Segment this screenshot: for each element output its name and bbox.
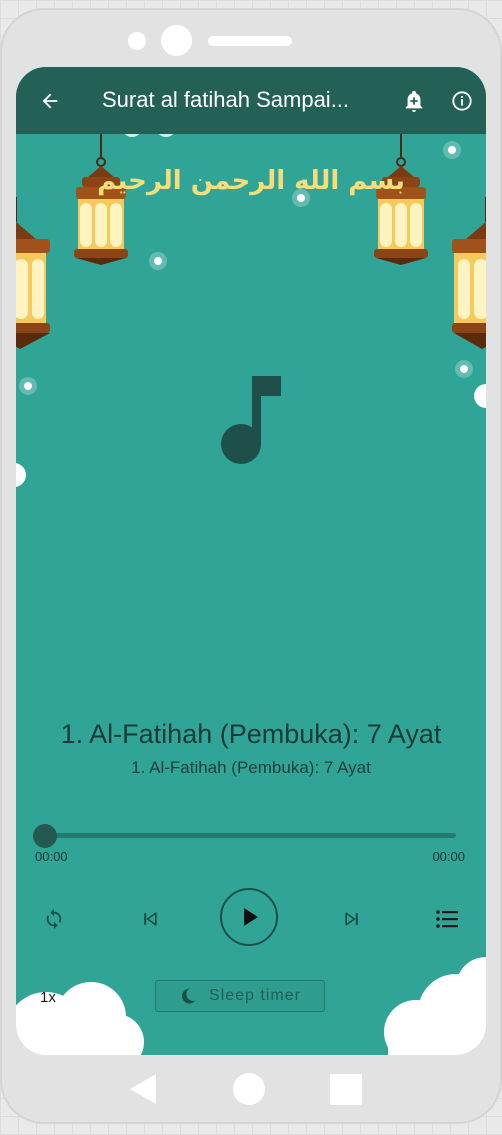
seek-bar[interactable]: [44, 833, 456, 838]
bismillah-calligraphy: بسم الله الرحمن الرحيم: [97, 166, 405, 196]
back-button[interactable]: [32, 83, 68, 119]
earpiece-speaker: [208, 36, 292, 46]
playback-speed-button[interactable]: 1x: [40, 989, 56, 1006]
previous-button[interactable]: [136, 905, 164, 933]
playlist-icon: [436, 910, 458, 928]
page-title: Surat al fatihah Sampai...: [102, 87, 350, 112]
arrow-left-icon: [42, 93, 58, 109]
front-camera: [128, 32, 146, 50]
elapsed-time: 00:00: [35, 849, 68, 864]
app-screen: بسم الله الرحمن الرحيم Surat al fatihah …: [16, 67, 486, 1055]
sleep-timer-label: Sleep timer: [209, 987, 301, 1004]
info-button[interactable]: [444, 83, 480, 119]
front-sensor: [161, 25, 192, 56]
lantern-decoration-right: [452, 197, 486, 349]
sleep-timer-button[interactable]: Sleep timer: [155, 980, 325, 1012]
seek-thumb[interactable]: [33, 824, 57, 848]
music-note-icon: [221, 376, 281, 464]
skip-previous-icon: [144, 912, 157, 926]
play-button[interactable]: [220, 888, 278, 946]
lantern-decoration: [74, 134, 128, 265]
repeat-icon: [46, 908, 62, 930]
notification-button[interactable]: [396, 83, 432, 119]
repeat-button[interactable]: [40, 905, 68, 933]
track-title: 1. Al-Fatihah (Pembuka): 7 Ayat: [60, 719, 442, 749]
app-bar: Surat al fatihah Sampai...: [16, 67, 486, 134]
nav-home-button[interactable]: [233, 1073, 265, 1105]
total-duration: 00:00: [432, 849, 465, 864]
track-subtitle: 1. Al-Fatihah (Pembuka): 7 Ayat: [131, 758, 371, 777]
queue-button[interactable]: [433, 905, 461, 933]
skip-next-icon: [345, 912, 358, 926]
next-button[interactable]: [338, 905, 366, 933]
bell-plus-icon: [405, 90, 423, 112]
info-circle-icon: [452, 91, 472, 111]
nav-back-button[interactable]: [128, 1073, 158, 1105]
crescent-moon-icon: [182, 988, 196, 1004]
nav-recents-button[interactable]: [330, 1074, 362, 1105]
play-icon: [244, 908, 258, 926]
lantern-decoration-left: [16, 197, 50, 349]
